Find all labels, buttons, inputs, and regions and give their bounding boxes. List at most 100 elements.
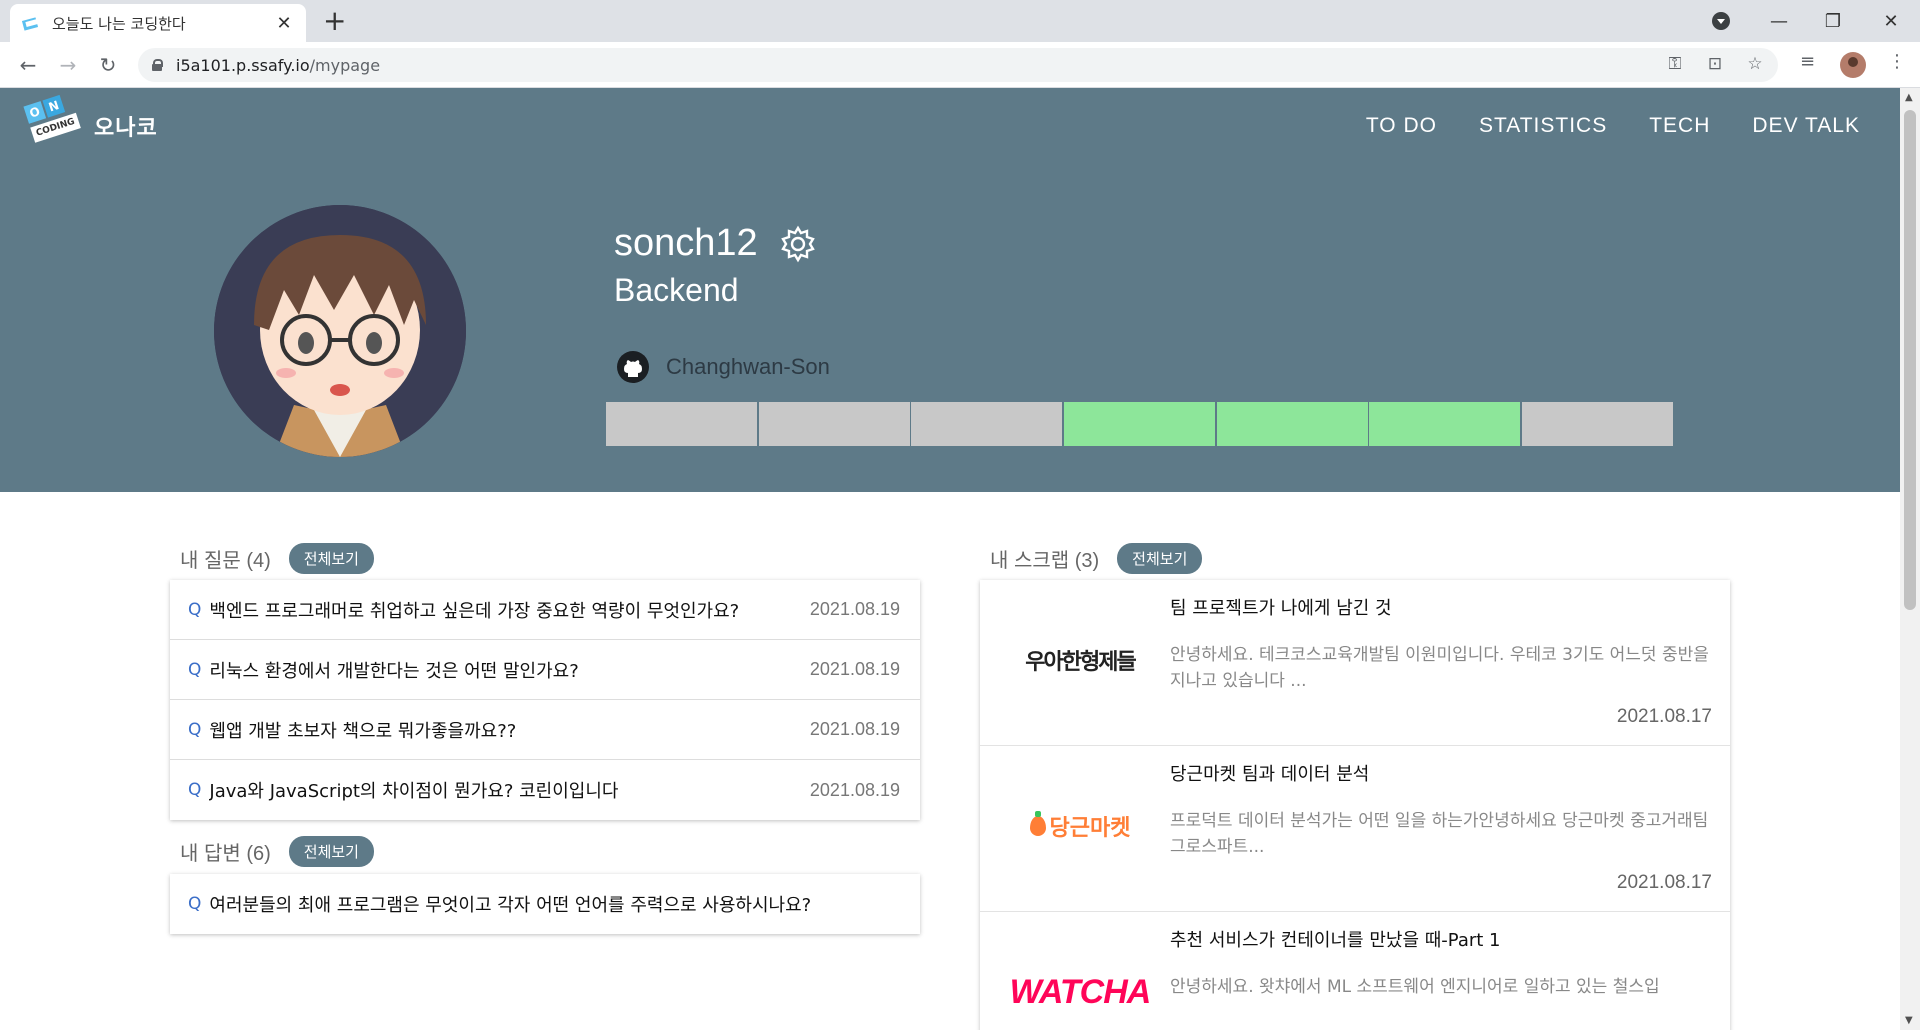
question-title: 웹앱 개발 초보자 책으로 뭐가좋을까요?? [209, 720, 517, 742]
address-bar[interactable]: i5a101.p.ssafy.io /mypage ⚿ ⊡ ☆ [138, 48, 1778, 82]
minimize-icon[interactable]: — [1752, 4, 1806, 38]
streak-cell [911, 402, 1063, 446]
url-path: /mypage [309, 55, 381, 75]
answer-marker: Q [188, 894, 202, 914]
question-marker: Q [188, 599, 202, 620]
url-host: i5a101.p.ssafy.io [176, 55, 310, 75]
page-viewport: O N CODING 오나코 TO DO STATISTICS TECH DEV… [0, 88, 1900, 1030]
scrap-date: 2021.08.17 [1616, 872, 1712, 893]
streak-cell [758, 402, 910, 446]
logo-text: 오나코 [94, 116, 158, 141]
tab-title: 오늘도 나는 코딩한다 [52, 14, 186, 33]
menu-kebab-icon[interactable]: ⋮ [1888, 51, 1906, 72]
scrap-item[interactable]: 당근마켓 당근마켓 팀과 데이터 분석프로덕트 데이터 분석가는 어떤 일을 하는… [980, 746, 1730, 912]
lock-icon[interactable] [152, 59, 163, 71]
new-tab-icon[interactable]: + [323, 6, 346, 36]
site-favicon-icon [22, 17, 39, 31]
carrot-icon [1029, 811, 1046, 836]
scrap-thumbnail: WATCHA [1010, 952, 1152, 1030]
question-date: 2021.08.19 [809, 719, 900, 739]
scrap-description: 프로덕트 데이터 분석가는 어떤 일을 하는가안녕하세요 당근마켓 중고거래팀 … [1170, 811, 1709, 857]
scrap-date: 2021.08.17 [1616, 706, 1712, 727]
scrap-thumbnail: 당근마켓 [1020, 786, 1140, 866]
question-row[interactable]: Q 리눅스 환경에서 개발한다는 것은 어떤 말인가요? 2021.08.19 [170, 640, 920, 700]
questions-title: 내 질문 (4) [180, 550, 271, 572]
scrap-thumbnail: 우아한형제들 [1020, 620, 1140, 700]
nav-dev-talk[interactable]: DEV TALK [1752, 114, 1860, 138]
tab-search-icon[interactable] [1712, 12, 1730, 30]
question-marker: Q [188, 780, 202, 800]
nav-statistics[interactable]: STATISTICS [1479, 114, 1607, 138]
question-marker: Q [188, 659, 202, 680]
github-link[interactable]: Changhwan-Son [616, 350, 830, 384]
questions-header: 내 질문 (4) 전체보기 [180, 543, 374, 574]
scrap-title: 당근마켓 팀과 데이터 분석 [1170, 764, 1370, 785]
key-icon[interactable]: ⚿ [1664, 54, 1686, 74]
scrap-title: 팀 프로젝트가 나에게 남긴 것 [1170, 598, 1392, 619]
tab-close-icon[interactable]: ✕ [274, 13, 294, 34]
reading-list-icon[interactable]: ≡ [1800, 51, 1815, 72]
answers-header: 내 답변 (6) 전체보기 [180, 836, 374, 867]
woowa-logo: 우아한형제들 [1025, 650, 1136, 675]
profile-avatar [214, 205, 466, 457]
nav-todo[interactable]: TO DO [1366, 114, 1437, 138]
question-date: 2021.08.19 [809, 599, 900, 619]
forward-icon[interactable]: → [54, 51, 82, 79]
streak-cell [1064, 402, 1216, 446]
daangn-logo-text: 당근마켓 [1049, 816, 1131, 841]
scraps-view-all-button[interactable]: 전체보기 [1117, 543, 1203, 574]
scrap-item[interactable]: WATCHA 추천 서비스가 컨테이너를 만났을 때-Part 1 안녕하세요. 왓… [980, 912, 1730, 1030]
logo-badge-icon: O N CODING [18, 90, 91, 156]
answers-view-all-button[interactable]: 전체보기 [288, 836, 374, 867]
scrap-description: 안녕하세요. 테크코스교육개발팀 이원미입니다. 우테코 3기도 어느덧 중반을… [1170, 645, 1709, 691]
browser-profile-avatar[interactable] [1840, 52, 1866, 78]
back-icon[interactable]: ← [14, 51, 42, 79]
translate-icon[interactable]: ⊡ [1704, 54, 1726, 74]
page-scrollbar[interactable]: ▲ ▼ [1900, 88, 1920, 1030]
restore-icon[interactable]: ❐ [1806, 4, 1860, 38]
activity-streak [606, 402, 1675, 446]
top-nav: TO DO STATISTICS TECH DEV TALK [1366, 114, 1860, 138]
github-icon [617, 351, 649, 383]
questions-view-all-button[interactable]: 전체보기 [288, 543, 374, 574]
watcha-logo: WATCHA [1009, 972, 1152, 1011]
answer-row[interactable]: Q 여러분들의 최애 프로그램은 무엇이고 각자 어떤 언어를 주력으로 사용하시… [170, 874, 920, 934]
site-logo[interactable]: O N CODING 오나코 [23, 94, 204, 156]
scrollbar-thumb[interactable] [1904, 110, 1916, 610]
username-row: sonch12 [614, 222, 818, 265]
browser-tab[interactable]: 오늘도 나는 코딩한다 ✕ [10, 4, 306, 42]
bookmark-star-icon[interactable]: ☆ [1744, 54, 1766, 74]
nav-tech[interactable]: TECH [1649, 114, 1710, 138]
scraps-header: 내 스크랩 (3) 전체보기 [990, 543, 1203, 574]
question-date: 2021.08.19 [809, 779, 900, 800]
settings-gear-icon[interactable] [778, 224, 818, 264]
streak-cell [606, 402, 757, 446]
question-row[interactable]: Q 백엔드 프로그래머로 취업하고 싶은데 가장 중요한 역량이 무엇인가요? 20… [170, 580, 920, 640]
streak-cell [1522, 402, 1674, 446]
scrap-title: 추천 서비스가 컨테이너를 만났을 때-Part 1 [1170, 930, 1501, 951]
window-close-icon[interactable]: ✕ [1864, 4, 1918, 38]
streak-cell [1369, 402, 1521, 446]
answers-title: 내 답변 (6) [180, 843, 271, 865]
question-title: 백엔드 프로그래머로 취업하고 싶은데 가장 중요한 역량이 무엇인가요? [209, 600, 740, 622]
scraps-title: 내 스크랩 (3) [990, 550, 1100, 572]
question-title: Java와 JavaScript의 차이점이 뭔가요? 코린이입니다 [209, 781, 619, 802]
question-title: 리눅스 환경에서 개발한다는 것은 어떤 말인가요? [209, 660, 579, 682]
answers-list: Q 여러분들의 최애 프로그램은 무엇이고 각자 어떤 언어를 주력으로 사용하시… [170, 874, 920, 934]
question-marker: Q [188, 719, 202, 740]
daangn-logo: 당근마켓 [1029, 810, 1131, 842]
reload-icon[interactable]: ↻ [94, 51, 122, 79]
username: sonch12 [614, 222, 758, 264]
question-row[interactable]: Q 웹앱 개발 초보자 책으로 뭐가좋을까요?? 2021.08.19 [170, 700, 920, 760]
user-role: Backend [614, 272, 739, 308]
scraps-list: 우아한형제들 팀 프로젝트가 나에게 남긴 것안녕하세요. 테크코스교육개발팀 이… [980, 580, 1730, 1030]
github-username: Changhwan-Son [666, 354, 830, 379]
scrap-item[interactable]: 우아한형제들 팀 프로젝트가 나에게 남긴 것안녕하세요. 테크코스교육개발팀 이… [980, 580, 1730, 746]
browser-toolbar: ← → ↻ i5a101.p.ssafy.io /mypage ⚿ ⊡ ☆ ≡ … [0, 42, 1920, 88]
answer-title: 여러분들의 최애 프로그램은 무엇이고 각자 어떤 언어를 주력으로 사용하시나… [209, 895, 812, 916]
question-row[interactable]: Q Java와 JavaScript의 차이점이 뭔가요? 코린이입니다 2021.… [170, 760, 920, 820]
avatar-illustration-icon [214, 205, 466, 457]
profile-hero: O N CODING 오나코 TO DO STATISTICS TECH DEV… [0, 88, 1900, 492]
scrap-description: 안녕하세요. 왓챠에서 ML 소프트웨어 엔지니어로 일하고 있는 철스입 [1170, 977, 1660, 997]
questions-list: Q 백엔드 프로그래머로 취업하고 싶은데 가장 중요한 역량이 무엇인가요? 20… [170, 580, 920, 820]
